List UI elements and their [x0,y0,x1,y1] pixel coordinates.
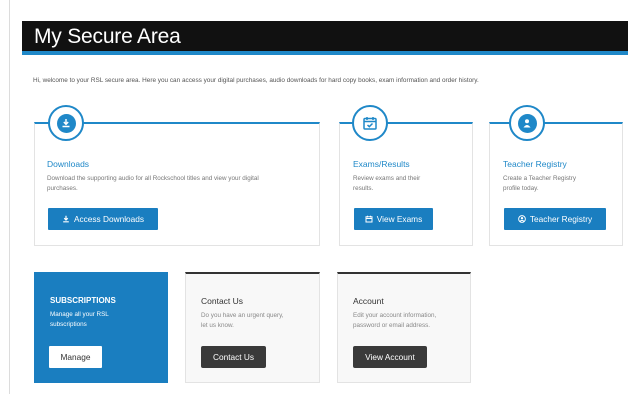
page-header: My Secure Area [22,21,628,55]
exams-description: Review exams and their results. [353,175,421,192]
teacher-registry-button[interactable]: Teacher Registry [504,208,606,230]
subscriptions-title: SUBSCRIPTIONS [50,296,116,305]
subscriptions-card: SUBSCRIPTIONS Manage all your RSL subscr… [34,272,168,383]
account-title: Account [353,296,384,306]
teacher-icon-badge [509,105,545,141]
teacher-registry-label: Teacher Registry [529,214,593,224]
view-account-button[interactable]: View Account [353,346,427,368]
downloads-title: Downloads [47,159,90,169]
teacher-registry-title: Teacher Registry [503,159,567,169]
downloads-card: Downloads Download the supporting audio … [34,105,320,246]
contact-card: Contact Us Do you have an urgent query, … [185,272,320,383]
page-title: My Secure Area [34,25,181,48]
access-downloads-label: Access Downloads [73,214,145,224]
contact-description: Do you have an urgent query, let us know… [201,312,284,329]
calendar-check-icon [363,117,377,130]
subscriptions-description: Manage all your RSL subscriptions [50,311,109,328]
view-exams-button[interactable]: View Exams [354,208,433,230]
welcome-message: Hi, welcome to your RSL secure area. Her… [33,77,479,84]
teacher-registry-description: Create a Teacher Registry profile today. [503,175,577,192]
exams-title: Exams/Results [353,159,410,169]
contact-us-button[interactable]: Contact Us [201,346,266,368]
user-icon [523,119,531,128]
download-icon [62,119,70,128]
contact-title: Contact Us [201,296,244,306]
account-card: Account Edit your account information, p… [337,272,471,383]
user-circle-icon [518,215,526,223]
access-downloads-button[interactable]: Access Downloads [48,208,158,230]
exams-icon-badge [352,105,388,141]
downloads-icon-badge [48,105,84,141]
view-exams-label: View Exams [376,214,423,224]
teacher-registry-card: Teacher Registry Create a Teacher Regist… [489,105,623,246]
manage-button[interactable]: Manage [49,346,102,368]
page-left-border [9,0,10,394]
downloads-description: Download the supporting audio for all Ro… [47,175,259,192]
account-description: Edit your account information, password … [353,312,437,329]
calendar-icon [365,215,373,223]
exams-card: Exams/Results Review exams and their res… [339,105,473,246]
download-icon [63,215,69,223]
